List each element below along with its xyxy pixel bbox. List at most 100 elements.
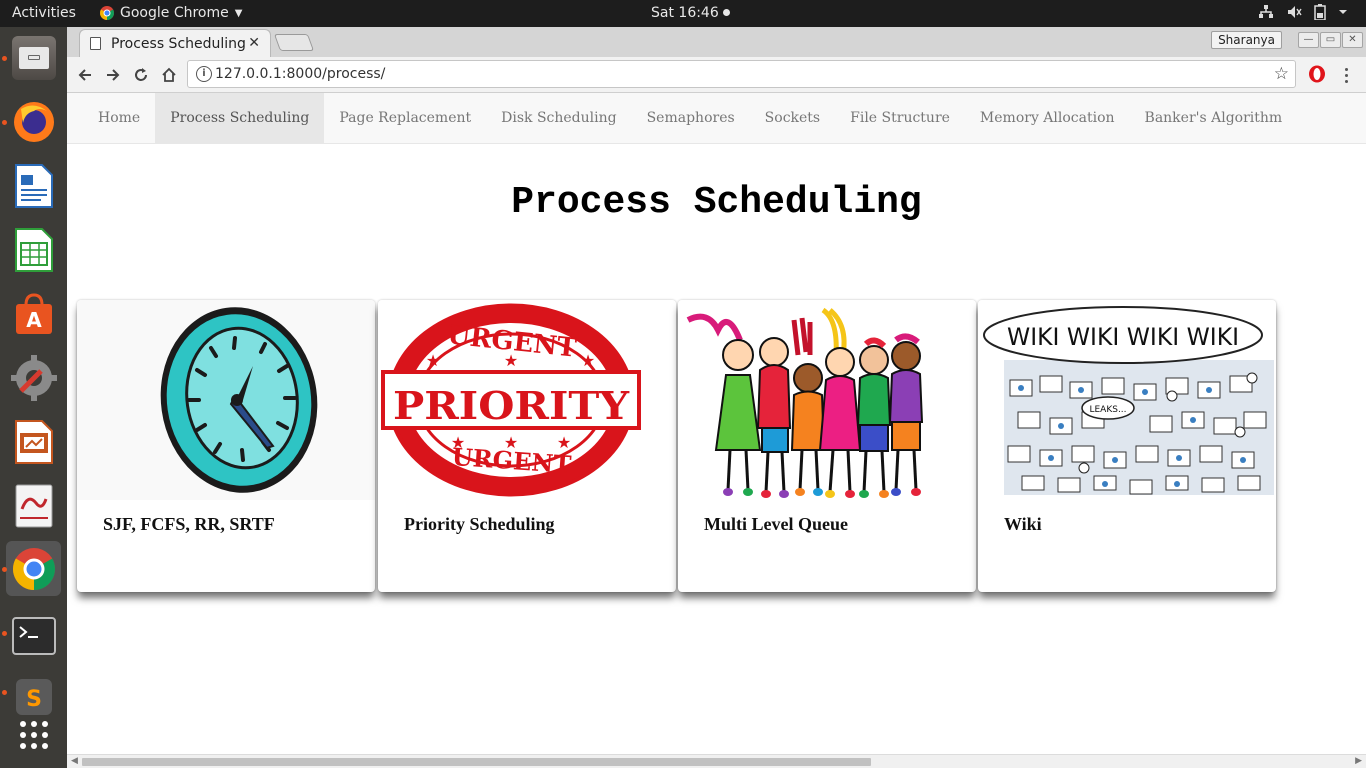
- reload-icon: [135, 68, 147, 81]
- reload-button[interactable]: [129, 63, 153, 87]
- dock-firefox[interactable]: [6, 94, 61, 149]
- card-caption: Priority Scheduling: [404, 514, 555, 534]
- running-indicator: [2, 567, 7, 572]
- bubble-text: LEAKS...: [1089, 405, 1126, 415]
- home-button[interactable]: [157, 63, 181, 87]
- chrome-menu-button[interactable]: [1339, 63, 1353, 87]
- priority-stamp-icon: PRIORITY URGENT URGENT ★ ★★ ★ ★ ★: [381, 303, 641, 497]
- page-favicon-icon: [90, 37, 101, 50]
- nav-disk-scheduling[interactable]: Disk Scheduling: [486, 93, 631, 144]
- card-image: [77, 300, 375, 500]
- impress-icon: [14, 419, 53, 464]
- dock-evince[interactable]: [6, 478, 61, 533]
- maximize-button[interactable]: ▭: [1320, 32, 1341, 48]
- terminal-icon: [11, 616, 56, 655]
- card-caption: Multi Level Queue: [704, 514, 848, 534]
- card-wiki[interactable]: WIKI WIKI WIKI WIKI LEAKS... Wiki: [978, 300, 1276, 592]
- dock-files[interactable]: [6, 30, 61, 85]
- close-window-button[interactable]: ✕: [1342, 32, 1363, 48]
- opera-extension-icon: [1309, 65, 1325, 83]
- svg-text:★: ★: [581, 351, 595, 370]
- running-indicator: [2, 120, 7, 125]
- card-image: [678, 300, 976, 500]
- firefox-icon: [13, 101, 54, 142]
- files-icon: [11, 35, 56, 80]
- gnome-top-bar: Activities Google Chrome ▼ Sat 16:46: [0, 0, 1366, 27]
- card-scheduling-algorithms[interactable]: SJF, FCFS, RR, SRTF: [77, 300, 375, 592]
- nav-memory-allocation[interactable]: Memory Allocation: [965, 93, 1130, 144]
- wiki-illustration-icon: WIKI WIKI WIKI WIKI LEAKS...: [983, 306, 1274, 495]
- dock-chrome[interactable]: [6, 541, 61, 596]
- software-center-icon: A: [15, 292, 52, 334]
- dock-impress[interactable]: [6, 414, 61, 469]
- forward-button[interactable]: [101, 63, 125, 87]
- running-indicator: [2, 631, 7, 636]
- minimize-button[interactable]: —: [1298, 32, 1319, 48]
- browser-tab[interactable]: Process Scheduling ✕: [79, 29, 271, 57]
- svg-text:★: ★: [504, 351, 518, 370]
- clock-text: Sat 16:46: [651, 5, 719, 21]
- svg-text:A: A: [26, 308, 42, 332]
- horizontal-scrollbar[interactable]: ◀ ▶: [67, 754, 1366, 768]
- back-arrow-icon: [78, 69, 91, 81]
- chrome-small-icon: [100, 6, 114, 20]
- new-tab-button[interactable]: [273, 34, 315, 51]
- svg-text:★: ★: [451, 433, 465, 452]
- page-title: Process Scheduling: [511, 181, 922, 224]
- menu-dot-icon: [1344, 79, 1348, 83]
- dock-writer[interactable]: [6, 158, 61, 213]
- profile-button[interactable]: Sharanya: [1211, 31, 1282, 49]
- browser-toolbar: i 127.0.0.1:8000/process/ ☆: [67, 57, 1366, 93]
- menu-dot-icon: [1344, 73, 1348, 77]
- nav-file-structure[interactable]: File Structure: [835, 93, 965, 144]
- address-bar[interactable]: i 127.0.0.1:8000/process/ ☆: [187, 60, 1296, 88]
- stamp-main-text: PRIORITY: [393, 383, 630, 428]
- site-info-icon[interactable]: i: [196, 66, 212, 82]
- scrollbar-thumb[interactable]: [82, 758, 871, 766]
- clock[interactable]: Sat 16:46: [651, 5, 730, 21]
- app-name: Google Chrome: [120, 5, 229, 21]
- nav-bankers-algorithm[interactable]: Banker's Algorithm: [1130, 93, 1298, 144]
- app-menu[interactable]: Google Chrome ▼: [100, 5, 242, 21]
- scroll-left-icon[interactable]: ◀: [71, 756, 78, 766]
- nav-page-replacement[interactable]: Page Replacement: [324, 93, 486, 144]
- nav-home[interactable]: Home: [83, 93, 155, 144]
- calc-icon: [14, 227, 53, 272]
- nav-sockets[interactable]: Sockets: [750, 93, 835, 144]
- chrome-icon: [12, 547, 55, 590]
- dock-calc[interactable]: [6, 222, 61, 277]
- system-tray[interactable]: [1258, 4, 1348, 20]
- scroll-right-icon[interactable]: ▶: [1355, 756, 1362, 766]
- settings-icon: [10, 354, 57, 401]
- close-tab-icon[interactable]: ✕: [248, 35, 260, 51]
- svg-text:★: ★: [557, 433, 571, 452]
- app-grid-icon: [19, 720, 48, 749]
- svg-text:★: ★: [426, 351, 440, 370]
- activities-button[interactable]: Activities: [12, 5, 76, 21]
- extension-button[interactable]: [1306, 63, 1328, 85]
- bookmark-star-icon[interactable]: ☆: [1274, 64, 1289, 84]
- system-menu-chevron-icon: [1339, 10, 1347, 14]
- battery-icon: [1314, 4, 1326, 20]
- home-icon: [162, 67, 176, 82]
- ubuntu-dock: A S: [0, 27, 67, 768]
- dock-terminal[interactable]: [6, 608, 61, 663]
- card-priority-scheduling[interactable]: PRIORITY URGENT URGENT ★ ★ ★ ★ ★ ★ Priority …: [378, 300, 676, 592]
- dock-settings[interactable]: [6, 350, 61, 405]
- cloud-text: WIKI WIKI WIKI WIKI: [1007, 323, 1239, 351]
- svg-text:★: ★: [504, 433, 518, 452]
- dock-software[interactable]: A: [6, 286, 61, 341]
- back-button[interactable]: [73, 63, 97, 87]
- nav-semaphores[interactable]: Semaphores: [632, 93, 750, 144]
- tab-strip: Process Scheduling ✕ Sharanya — ▭ ✕: [67, 27, 1366, 57]
- dock-show-apps[interactable]: [6, 707, 61, 762]
- nav-process-scheduling[interactable]: Process Scheduling: [155, 93, 325, 144]
- volume-icon: [1288, 6, 1302, 18]
- url-text: 127.0.0.1:8000/process/: [215, 66, 386, 82]
- card-image: PRIORITY URGENT URGENT ★ ★ ★ ★ ★ ★: [378, 300, 676, 500]
- card-multi-level-queue[interactable]: Multi Level Queue: [678, 300, 976, 592]
- notification-dot-icon: [722, 9, 730, 16]
- card-caption: Wiki: [1004, 514, 1042, 534]
- chrome-window: Process Scheduling ✕ Sharanya — ▭ ✕ i 12…: [67, 27, 1366, 768]
- site-navbar: Home Process Scheduling Page Replacement…: [67, 93, 1366, 144]
